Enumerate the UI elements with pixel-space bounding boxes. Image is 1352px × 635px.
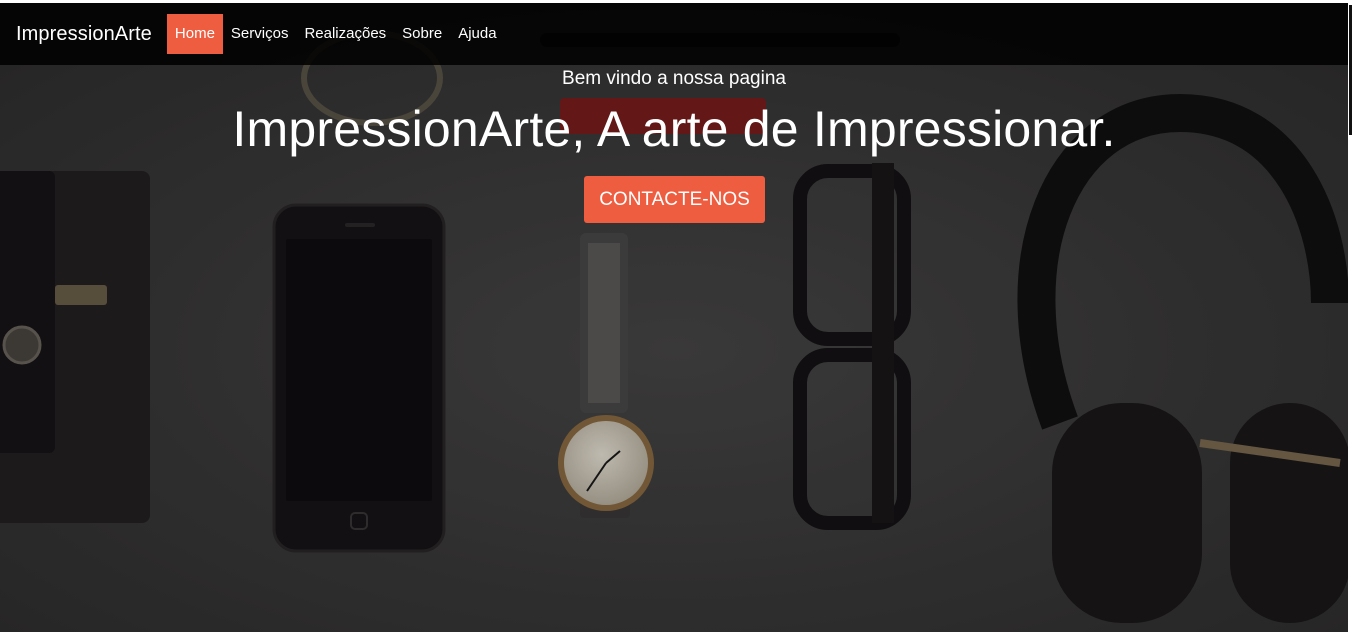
hero-title: ImpressionArte, A arte de Impressionar. xyxy=(232,101,1116,157)
nav-item-realizacoes[interactable]: Realizações xyxy=(296,14,394,54)
top-navbar: ImpressionArte Home Serviços Realizações… xyxy=(0,3,1348,65)
contact-us-button[interactable]: CONTACTE-NOS xyxy=(584,176,765,223)
hero-subtitle: Bem vindo a nossa pagina xyxy=(562,68,786,89)
page: ImpressionArte Home Serviços Realizações… xyxy=(0,0,1352,635)
nav-menu: Home Serviços Realizações Sobre Ajuda xyxy=(166,14,505,54)
nav-item-ajuda[interactable]: Ajuda xyxy=(450,14,504,54)
brand-logo[interactable]: ImpressionArte xyxy=(16,23,152,46)
hero-section xyxy=(0,3,1348,632)
nav-item-servicos[interactable]: Serviços xyxy=(223,14,297,54)
hero-dark-overlay xyxy=(0,3,1348,632)
nav-item-home[interactable]: Home xyxy=(166,14,223,54)
nav-item-sobre[interactable]: Sobre xyxy=(394,14,450,54)
